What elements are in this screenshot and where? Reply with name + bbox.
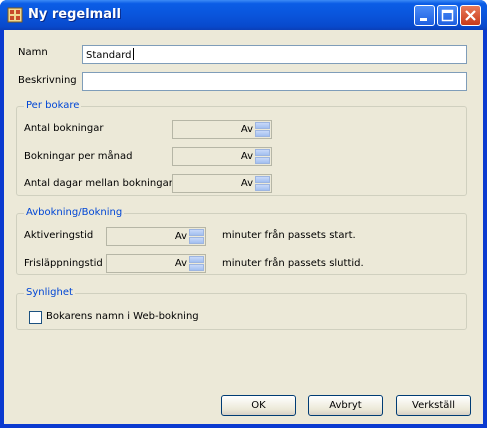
- antal-bokningar-label: Antal bokningar: [24, 123, 104, 134]
- close-icon: [465, 10, 476, 21]
- minimize-button[interactable]: [414, 5, 435, 26]
- spin-down-icon[interactable]: [189, 264, 204, 271]
- frislappningstid-label: Frisläppningstid: [24, 258, 103, 269]
- spin-up-icon[interactable]: [255, 176, 270, 183]
- name-field[interactable]: Standard: [82, 45, 467, 64]
- apply-button[interactable]: Verkställ: [396, 395, 471, 416]
- maximize-button[interactable]: [437, 5, 458, 26]
- aktiveringstid-label: Aktiveringstid: [24, 230, 94, 241]
- spin-down-icon[interactable]: [255, 130, 270, 137]
- spin-up-icon[interactable]: [189, 229, 204, 236]
- cancel-button[interactable]: Avbryt: [308, 395, 383, 416]
- title-bar[interactable]: Ny regelmall: [0, 0, 487, 30]
- aktiveringstid-spinner[interactable]: Av: [106, 227, 206, 246]
- dialog-body: Namn Standard Beskrivning Per bokare Ant…: [4, 30, 483, 424]
- aktiveringstid-suffix: minuter från passets start.: [222, 230, 356, 241]
- bokningar-per-manad-label: Bokningar per månad: [24, 151, 133, 162]
- frislappningstid-suffix: minuter från passets sluttid.: [222, 258, 364, 269]
- spin-down-icon[interactable]: [189, 237, 204, 244]
- group-avbokning-legend: Avbokning/Bokning: [24, 207, 125, 218]
- spin-down-icon[interactable]: [255, 184, 270, 191]
- antal-dagar-spinner[interactable]: Av: [172, 174, 272, 193]
- bokningar-per-manad-spinner[interactable]: Av: [172, 147, 272, 166]
- maximize-icon: [441, 9, 454, 22]
- antal-bokningar-spinner[interactable]: Av: [172, 120, 272, 139]
- spinner-value: Av: [240, 124, 253, 135]
- app-icon: [7, 7, 23, 23]
- window-title: Ny regelmall: [28, 7, 121, 22]
- group-per-bokare-legend: Per bokare: [24, 100, 82, 111]
- description-field[interactable]: [82, 72, 467, 91]
- spin-up-icon[interactable]: [255, 122, 270, 129]
- text-caret: [132, 48, 134, 60]
- web-bokning-checkbox[interactable]: [29, 311, 42, 324]
- spinner-value: Av: [174, 258, 187, 269]
- spin-up-icon[interactable]: [189, 256, 204, 263]
- description-label: Beskrivning: [18, 75, 77, 86]
- name-label: Namn: [18, 47, 48, 58]
- spin-down-icon[interactable]: [255, 157, 270, 164]
- minimize-icon: [420, 18, 427, 21]
- antal-dagar-label: Antal dagar mellan bokningar: [24, 178, 173, 189]
- close-button[interactable]: [460, 5, 481, 26]
- spinner-value: Av: [240, 151, 253, 162]
- spinner-value: Av: [174, 231, 187, 242]
- spinner-value: Av: [240, 178, 253, 189]
- ok-button[interactable]: OK: [221, 395, 296, 416]
- dialog-window: Ny regelmall Namn Standard Beskrivning P…: [0, 0, 487, 428]
- frislappningstid-spinner[interactable]: Av: [106, 254, 206, 273]
- name-field-value: Standard: [86, 50, 132, 61]
- spin-up-icon[interactable]: [255, 149, 270, 156]
- group-synlighet-legend: Synlighet: [24, 287, 75, 298]
- web-bokning-label[interactable]: Bokarens namn i Web-bokning: [46, 311, 199, 322]
